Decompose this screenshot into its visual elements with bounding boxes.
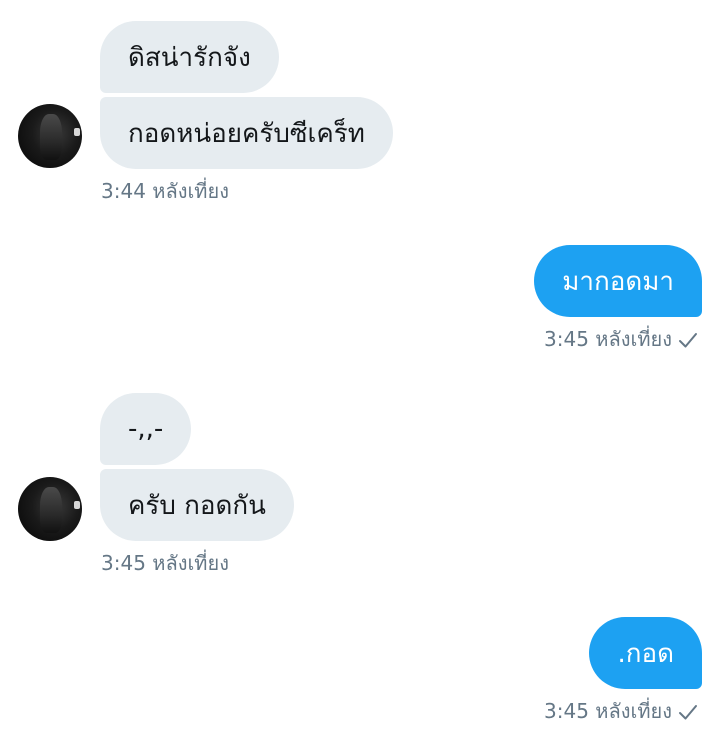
message-timestamp: 3:45 หลังเที่ยง	[544, 699, 672, 723]
message-text: กอดหน่อยครับซีเคร็ท	[128, 118, 365, 149]
message-timestamp: 3:45 หลังเที่ยง	[101, 551, 229, 575]
message-text: ครับ กอดกัน	[128, 490, 266, 521]
sender-avatar[interactable]	[18, 104, 82, 168]
incoming-message[interactable]: -,,-	[100, 393, 192, 465]
sender-avatar[interactable]	[18, 477, 82, 541]
incoming-message[interactable]: ครับ กอดกัน	[100, 469, 294, 541]
message-status: 3:45 หลังเที่ยง	[544, 325, 698, 353]
message-timestamp: 3:44 หลังเที่ยง	[101, 179, 229, 203]
incoming-message[interactable]: ดิสน่ารักจัง	[100, 21, 279, 93]
checkmark-icon	[678, 701, 698, 721]
message-timestamp: 3:45 หลังเที่ยง	[544, 327, 672, 351]
message-text: ดิสน่ารักจัง	[128, 42, 251, 73]
message-status: 3:45 หลังเที่ยง	[544, 697, 698, 725]
outgoing-message[interactable]: มากอดมา	[534, 245, 702, 317]
message-text: -,,-	[128, 414, 164, 444]
message-text: มากอดมา	[562, 266, 674, 297]
message-text: .กอด	[617, 638, 674, 669]
outgoing-message[interactable]: .กอด	[589, 617, 702, 689]
incoming-message[interactable]: กอดหน่อยครับซีเคร็ท	[100, 97, 393, 169]
checkmark-icon	[678, 329, 698, 349]
